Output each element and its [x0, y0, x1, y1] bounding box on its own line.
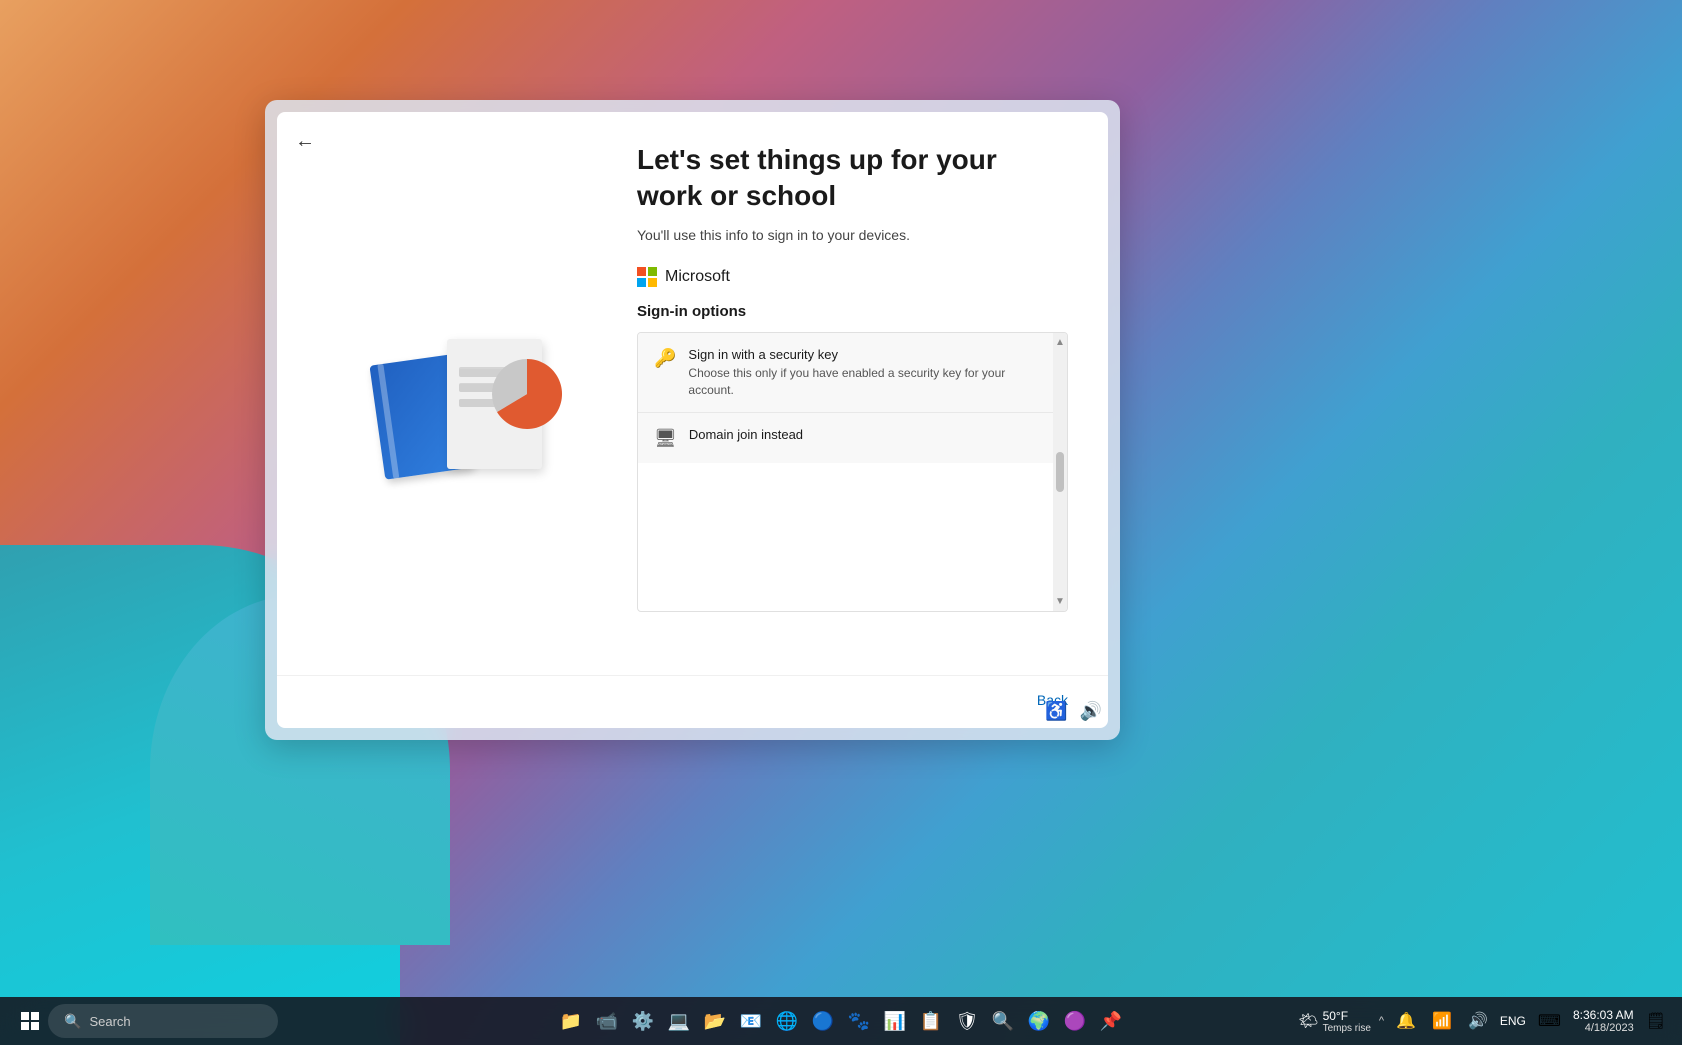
sign-in-options-heading: Sign-in options [637, 303, 1068, 320]
tb-files[interactable]: 📂 [699, 1005, 731, 1037]
start-button[interactable] [12, 1003, 48, 1039]
weather-widget[interactable]: 🌤 50°F Temps rise [1298, 1009, 1371, 1034]
tb-chrome[interactable]: 🌍 [1023, 1005, 1055, 1037]
ms-logo-blue [637, 278, 646, 287]
security-key-text-block: Sign in with a security key Choose this … [688, 347, 1051, 399]
volume-tray-icon[interactable]: 🔊 [1464, 1009, 1492, 1033]
win-logo-sq4 [31, 1022, 39, 1030]
illustration-area [317, 142, 617, 655]
tb-search2[interactable]: 🔍 [987, 1005, 1019, 1037]
tb-edge-alt[interactable]: 🔵 [807, 1005, 839, 1037]
ms-logo-yellow [648, 278, 657, 287]
taskbar-app-icons: 📁 📹 ⚙️ 💻 📂 📧 🌐 🔵 🐾 📊 📋 🛡 🔍 🌍 🟣 📌 [555, 1005, 1127, 1037]
ms-logo-red [637, 267, 646, 276]
scroll-down-arrow[interactable]: ▼ [1055, 596, 1065, 607]
security-key-icon: 🔑 [654, 348, 676, 369]
scroll-thumb[interactable] [1056, 452, 1064, 492]
weather-trend: Temps rise [1323, 1023, 1371, 1034]
tb-app8[interactable]: 🐾 [843, 1005, 875, 1037]
setup-window-outer: ← [265, 100, 1120, 740]
weather-icon: 🌤 [1298, 1011, 1318, 1031]
back-arrow-top-button[interactable]: ← [295, 130, 315, 153]
window-icons-bar: ♿ 🔊 [1045, 701, 1102, 722]
taskbar-search-label: Search [89, 1014, 130, 1029]
option-security-key[interactable]: 🔑 Sign in with a security key Choose thi… [638, 333, 1067, 414]
system-clock[interactable]: 8:36:03 AM 4/18/2023 [1573, 1008, 1634, 1034]
accessibility-icon[interactable]: ♿ [1045, 701, 1067, 722]
tb-security[interactable]: 🛡 [951, 1005, 983, 1037]
taskbar: 🔍 Search 📁 📹 ⚙️ 💻 📂 📧 🌐 🔵 🐾 📊 📋 🛡 🔍 🌍 🟣 … [0, 997, 1682, 1045]
microsoft-logo [637, 267, 657, 287]
win-logo-sq1 [21, 1012, 29, 1020]
wifi-icon[interactable]: 📶 [1428, 1009, 1456, 1033]
dialog-content: Let's set things up for your work or sch… [277, 112, 1108, 675]
sign-in-options-list: 🔑 Sign in with a security key Choose thi… [638, 333, 1067, 611]
microsoft-row: Microsoft [637, 267, 1068, 287]
language-indicator[interactable]: ENG [1500, 1014, 1526, 1028]
options-scroll-container: 🔑 Sign in with a security key Choose thi… [637, 332, 1068, 612]
microsoft-label: Microsoft [665, 268, 730, 286]
domain-join-text-block: Domain join instead [689, 427, 803, 442]
scroll-up-arrow[interactable]: ▲ [1055, 337, 1065, 348]
taskbar-search-icon: 🔍 [64, 1013, 81, 1030]
right-content-area: Let's set things up for your work or sch… [617, 142, 1068, 655]
keyboard-icon[interactable]: ⌨ [1534, 1009, 1565, 1033]
tray-overflow-button[interactable]: ^ [1379, 1015, 1384, 1027]
tb-app14[interactable]: 🟣 [1059, 1005, 1091, 1037]
illustration-wrapper [357, 299, 577, 499]
taskbar-right: 🌤 50°F Temps rise ^ 🔔 📶 🔊 ENG ⌨ 8:36:03 … [1298, 1008, 1670, 1034]
ms-logo-green [648, 267, 657, 276]
scroll-track: ▲ ▼ [1053, 333, 1067, 611]
tb-outlook[interactable]: 📧 [735, 1005, 767, 1037]
notification-center-button[interactable]: 🗒 [1642, 1009, 1670, 1033]
tb-onenote[interactable]: 📋 [915, 1005, 947, 1037]
dialog-bottom-bar: Back [277, 675, 1108, 728]
tb-excel[interactable]: 📊 [879, 1005, 911, 1037]
security-key-desc: Choose this only if you have enabled a s… [688, 365, 1051, 399]
domain-join-title: Domain join instead [689, 427, 803, 442]
clock-time: 8:36:03 AM [1573, 1008, 1634, 1022]
weather-temp: 50°F [1323, 1009, 1371, 1023]
taskbar-search[interactable]: 🔍 Search [48, 1004, 278, 1038]
page-subtitle: You'll use this info to sign in to your … [637, 227, 1068, 243]
tb-app15[interactable]: 📌 [1095, 1005, 1127, 1037]
clock-date: 4/18/2023 [1573, 1022, 1634, 1034]
tb-teams[interactable]: 📹 [591, 1005, 623, 1037]
setup-dialog: ← [277, 112, 1108, 728]
win-logo-sq3 [21, 1022, 29, 1030]
win-logo-sq2 [31, 1012, 39, 1020]
tray-icon1[interactable]: 🔔 [1392, 1009, 1420, 1033]
tb-terminal[interactable]: 💻 [663, 1005, 695, 1037]
weather-info: 50°F Temps rise [1323, 1009, 1371, 1034]
domain-join-icon: 🖥 [654, 428, 677, 449]
tb-settings[interactable]: ⚙️ [627, 1005, 659, 1037]
page-title: Let's set things up for your work or sch… [637, 142, 1068, 215]
tb-edge[interactable]: 🌐 [771, 1005, 803, 1037]
volume-icon[interactable]: 🔊 [1080, 701, 1102, 722]
tb-file-explorer[interactable]: 📁 [555, 1005, 587, 1037]
pie-chart-illustration [487, 354, 567, 434]
windows-logo [21, 1012, 39, 1030]
option-domain-join[interactable]: 🖥 Domain join instead [638, 413, 1067, 463]
security-key-title: Sign in with a security key [688, 347, 1051, 362]
